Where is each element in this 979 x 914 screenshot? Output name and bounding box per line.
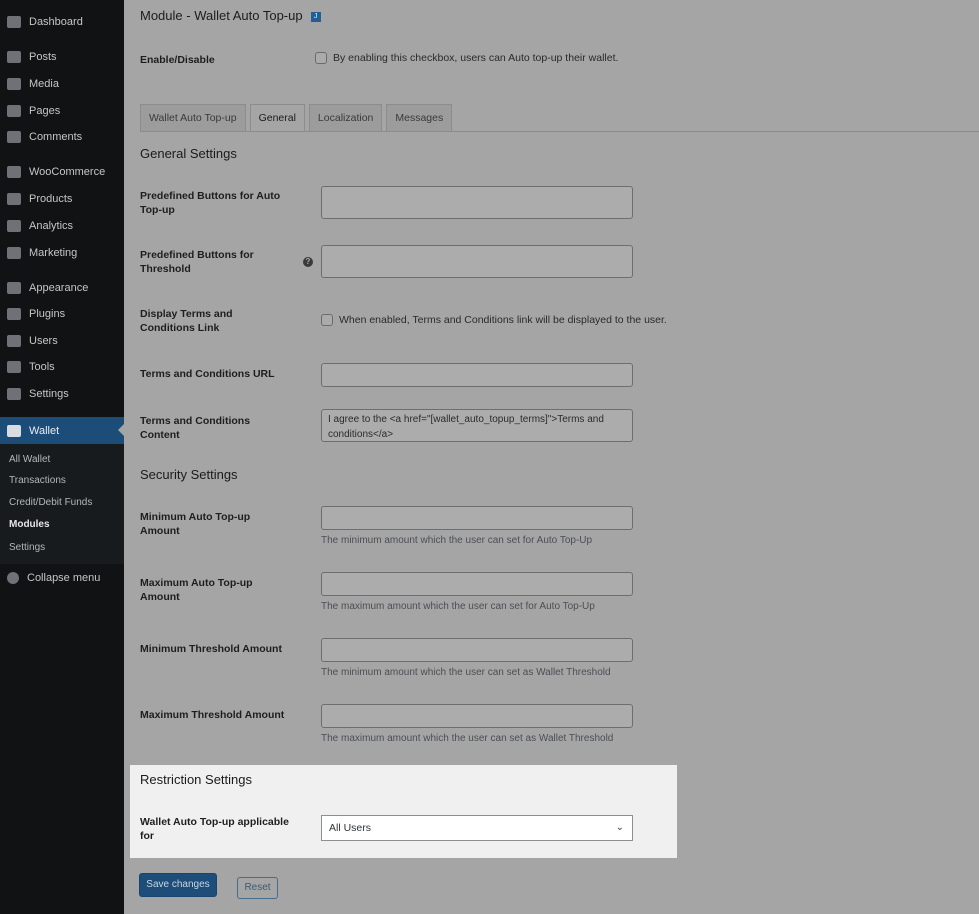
tab-messages[interactable]: Messages <box>386 104 453 131</box>
sidebar-item-posts[interactable]: Posts <box>0 44 124 70</box>
tab-general[interactable]: General <box>249 104 305 132</box>
terms-content-textarea[interactable]: I agree to the <a href="[wallet_auto_top… <box>321 409 633 442</box>
module-badge-icon: J <box>310 11 321 22</box>
collapse-icon <box>7 572 19 584</box>
max-topup-desc: The maximum amount which the user can se… <box>321 601 595 612</box>
restriction-settings-heading: Restriction Settings <box>140 772 252 787</box>
woocommerce-icon <box>7 166 21 178</box>
sidebar-item-plugins[interactable]: Plugins <box>0 301 124 327</box>
help-icon[interactable]: ? <box>303 257 313 267</box>
reset-button[interactable]: Reset <box>237 877 278 899</box>
min-threshold-label: Minimum Threshold Amount <box>140 643 282 655</box>
predef-threshold-label: Predefined Buttons for Threshold <box>140 249 254 275</box>
max-threshold-label: Maximum Threshold Amount <box>140 709 285 721</box>
security-settings-heading: Security Settings <box>140 467 238 482</box>
submenu-transactions[interactable]: Transactions <box>9 475 66 486</box>
tab-localization[interactable]: Localization <box>308 104 383 131</box>
pages-icon <box>7 105 21 117</box>
terms-url-label: Terms and Conditions URL <box>140 368 275 380</box>
display-terms-checkbox[interactable] <box>321 314 333 327</box>
page-title: Module - Wallet Auto Top-up J <box>140 8 321 23</box>
megaphone-icon <box>7 247 21 259</box>
sidebar-item-dashboard[interactable]: Dashboard <box>0 9 124 35</box>
terms-content-label: Terms and Conditions Content <box>140 415 251 441</box>
min-topup-desc: The minimum amount which the user can se… <box>321 535 593 546</box>
sidebar-item-products[interactable]: Products <box>0 186 124 212</box>
terms-url-input[interactable] <box>321 363 633 387</box>
predef-threshold-textarea[interactable] <box>321 245 633 278</box>
wallet-icon <box>7 424 21 437</box>
sidebar-item-comments[interactable]: Comments <box>0 124 124 150</box>
pin-icon <box>7 51 21 63</box>
sidebar-item-appearance[interactable]: Appearance <box>0 275 124 301</box>
sidebar-item-pages[interactable]: Pages <box>0 98 124 124</box>
main-content: Module - Wallet Auto Top-up J Enable/Disa… <box>124 0 979 914</box>
restriction-settings-section: Restriction Settings Wallet Auto Top-up … <box>130 765 677 858</box>
sidebar-item-media[interactable]: Media <box>0 71 124 97</box>
tab-bar: Wallet Auto Top-up General Localization … <box>140 104 453 132</box>
display-terms-row: When enabled, Terms and Conditions link … <box>321 314 667 327</box>
wrench-icon <box>7 361 21 373</box>
tab-divider <box>140 131 979 132</box>
plugin-icon <box>7 308 21 320</box>
submenu-settings[interactable]: Settings <box>9 542 45 553</box>
min-threshold-desc: The minimum amount which the user can se… <box>321 667 611 678</box>
sidebar-item-analytics[interactable]: Analytics <box>0 213 124 239</box>
admin-sidebar: Dashboard Posts Media Pages Comments Woo… <box>0 0 124 914</box>
sidebar-item-settings[interactable]: Settings <box>0 381 124 407</box>
submenu-modules[interactable]: Modules <box>9 519 50 530</box>
brush-icon <box>7 282 21 294</box>
predef-auto-textarea[interactable] <box>321 186 633 219</box>
applicable-for-label: Wallet Auto Top-up applicable for <box>140 816 289 842</box>
min-topup-input[interactable] <box>321 506 633 530</box>
media-icon <box>7 78 21 90</box>
save-changes-button[interactable]: Save changes <box>139 873 217 897</box>
tab-wallet-auto-topup[interactable]: Wallet Auto Top-up <box>140 104 246 131</box>
user-icon <box>7 335 21 347</box>
settings-icon <box>7 388 21 400</box>
general-settings-heading: General Settings <box>140 146 237 161</box>
submenu-credit-debit[interactable]: Credit/Debit Funds <box>9 497 92 508</box>
min-threshold-input[interactable] <box>321 638 633 662</box>
comment-icon <box>7 131 21 143</box>
sidebar-item-marketing[interactable]: Marketing <box>0 240 124 266</box>
enable-row: By enabling this checkbox, users can Aut… <box>315 52 618 65</box>
dashboard-icon <box>7 16 21 28</box>
applicable-for-select[interactable]: All Users ⌄ <box>321 815 633 841</box>
sidebar-item-wallet[interactable]: Wallet <box>0 417 124 444</box>
analytics-icon <box>7 220 21 232</box>
sidebar-item-woocommerce[interactable]: WooCommerce <box>0 159 124 185</box>
predef-auto-label: Predefined Buttons for Auto Top-up <box>140 190 281 216</box>
display-terms-label: Display Terms and Conditions Link <box>140 308 233 334</box>
max-threshold-input[interactable] <box>321 704 633 728</box>
sidebar-item-tools[interactable]: Tools <box>0 354 124 380</box>
chevron-down-icon: ⌄ <box>615 822 624 833</box>
enable-label: Enable/Disable <box>140 54 215 66</box>
sidebar-item-users[interactable]: Users <box>0 328 124 354</box>
submenu-all-wallet[interactable]: All Wallet <box>9 454 50 465</box>
min-topup-label: Minimum Auto Top-up Amount <box>140 511 251 537</box>
collapse-menu[interactable]: Collapse menu <box>0 565 124 591</box>
max-threshold-desc: The maximum amount which the user can se… <box>321 733 614 744</box>
max-topup-input[interactable] <box>321 572 633 596</box>
wallet-submenu: All Wallet Transactions Credit/Debit Fun… <box>0 444 124 564</box>
enable-checkbox[interactable] <box>315 52 327 65</box>
max-topup-label: Maximum Auto Top-up Amount <box>140 577 253 603</box>
products-icon <box>7 193 21 205</box>
